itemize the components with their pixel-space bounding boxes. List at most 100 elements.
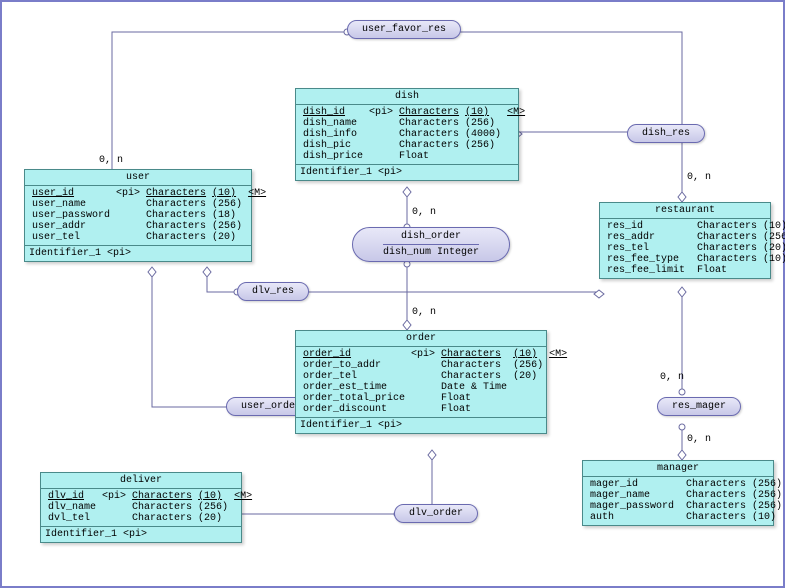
- attr-mandatory: [546, 360, 570, 371]
- attr-name: res_tel: [604, 243, 688, 254]
- attr-type: Characters: [683, 490, 749, 501]
- attr-len: (10): [760, 221, 785, 232]
- attr-pi: [113, 232, 143, 243]
- entity-footer: Identifier_1 <pi>: [41, 526, 241, 542]
- attr-len: (18): [209, 210, 245, 221]
- attr-type: Characters: [683, 479, 749, 490]
- entity-title: restaurant: [600, 203, 770, 219]
- attr-name: mager_name: [587, 490, 677, 501]
- attr-name: dish_name: [300, 118, 366, 129]
- attr-len: (256): [749, 501, 785, 512]
- attr-mandatory: [245, 199, 269, 210]
- attr-name: order_tel: [300, 371, 408, 382]
- entity-footer: Identifier_1 <pi>: [296, 417, 546, 433]
- attr-pi: [408, 393, 438, 404]
- attr-pi: [113, 221, 143, 232]
- attr-len: (10): [510, 349, 546, 360]
- attr-len: (10): [209, 188, 245, 199]
- attr-name: auth: [587, 512, 677, 523]
- attr-type: Characters: [438, 360, 510, 371]
- attr-name: order_est_time: [300, 382, 408, 393]
- attr-type: Characters: [143, 188, 209, 199]
- relation-user-favor-res: user_favor_res: [347, 20, 461, 39]
- attr-pi: [113, 210, 143, 221]
- cardinality: 0, n: [412, 307, 436, 318]
- attr-name: order_to_addr: [300, 360, 408, 371]
- relation-title: dlv_order: [409, 508, 463, 519]
- relation-dlv-order: dlv_order: [394, 504, 478, 523]
- attr-len: (256): [462, 118, 504, 129]
- attr-len: (20): [510, 371, 546, 382]
- attr-name: user_password: [29, 210, 113, 221]
- attr-type: Characters: [438, 371, 510, 382]
- attr-len: (256): [209, 199, 245, 210]
- attr-mandatory: <M>: [231, 491, 255, 502]
- attr-pi: [408, 360, 438, 371]
- attr-name: dlv_name: [45, 502, 99, 513]
- attr-mandatory: [245, 210, 269, 221]
- relation-title: dish_order: [383, 231, 479, 242]
- attr-name: user_addr: [29, 221, 113, 232]
- entity-order: order order_id<pi>Characters(10)<M>order…: [295, 330, 547, 434]
- attr-type: Characters: [396, 118, 462, 129]
- entity-title: order: [296, 331, 546, 347]
- attr-pi: [408, 382, 438, 393]
- attr-type: Float: [396, 151, 462, 162]
- entity-user: user user_id<pi>Characters(10)<M>user_na…: [24, 169, 252, 262]
- attr-pi: [408, 371, 438, 382]
- attr-mandatory: [504, 118, 528, 129]
- attr-pi: [366, 140, 396, 151]
- entity-body: order_id<pi>Characters(10)<M>order_to_ad…: [296, 347, 546, 417]
- attr-name: order_id: [300, 349, 408, 360]
- attr-name: dish_pic: [300, 140, 366, 151]
- attr-len: (256): [760, 232, 785, 243]
- attr-type: Characters: [694, 232, 760, 243]
- attr-type: Characters: [694, 254, 760, 265]
- attr-pi: [408, 404, 438, 415]
- attr-type: Characters: [694, 243, 760, 254]
- attr-pi: [366, 151, 396, 162]
- attr-name: dish_price: [300, 151, 366, 162]
- attr-len: [510, 404, 546, 415]
- attr-len: (256): [510, 360, 546, 371]
- attr-type: Characters: [143, 232, 209, 243]
- attr-len: (20): [760, 243, 785, 254]
- cardinality: 0, n: [660, 372, 684, 383]
- attr-type: Characters: [396, 129, 462, 140]
- relation-dlv-res: dlv_res: [237, 282, 309, 301]
- entity-title: deliver: [41, 473, 241, 489]
- entity-footer: Identifier_1 <pi>: [296, 164, 518, 180]
- relation-dish-res: dish_res: [627, 124, 705, 143]
- attr-len: (20): [209, 232, 245, 243]
- attr-len: (256): [462, 140, 504, 151]
- entity-dish: dish dish_id<pi>Characters(10)<M>dish_na…: [295, 88, 519, 181]
- attr-type: Characters: [438, 349, 510, 360]
- entity-title: dish: [296, 89, 518, 105]
- attr-name: res_addr: [604, 232, 688, 243]
- entity-body: user_id<pi>Characters(10)<M>user_nameCha…: [25, 186, 251, 245]
- attr-type: Characters: [129, 513, 195, 524]
- attr-type: Characters: [129, 491, 195, 502]
- attr-name: dish_id: [300, 107, 366, 118]
- entity-body: mager_idCharacters(256)mager_nameCharact…: [583, 477, 773, 525]
- attr-len: (20): [195, 513, 231, 524]
- attr-type: Characters: [396, 140, 462, 151]
- relation-attr-name: dish_num: [383, 247, 431, 258]
- attr-len: (10): [195, 491, 231, 502]
- cardinality: 0, n: [412, 207, 436, 218]
- attr-mandatory: <M>: [245, 188, 269, 199]
- entity-title: manager: [583, 461, 773, 477]
- attr-type: Characters: [129, 502, 195, 513]
- attr-len: (256): [749, 479, 785, 490]
- attr-len: [510, 382, 546, 393]
- attr-pi: [99, 513, 129, 524]
- attr-mandatory: [231, 513, 255, 524]
- attr-name: mager_id: [587, 479, 677, 490]
- entity-body: dish_id<pi>Characters(10)<M>dish_nameCha…: [296, 105, 518, 164]
- entity-footer: Identifier_1 <pi>: [25, 245, 251, 261]
- attr-mandatory: [245, 232, 269, 243]
- attr-mandatory: <M>: [504, 107, 528, 118]
- attr-pi: [113, 199, 143, 210]
- attr-mandatory: [546, 393, 570, 404]
- relation-title: res_mager: [672, 401, 726, 412]
